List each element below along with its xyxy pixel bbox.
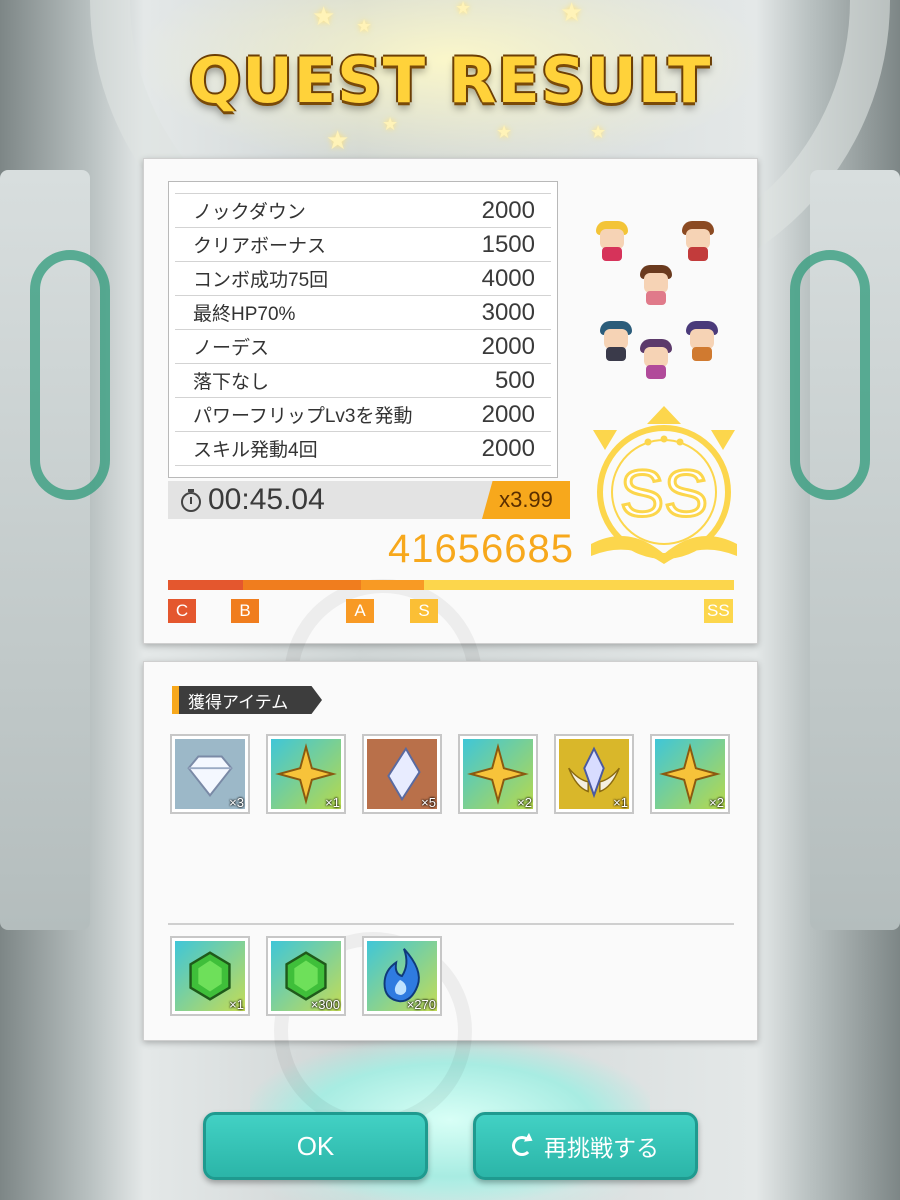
party-member-sprite <box>634 261 678 305</box>
score-row-points: 2000 <box>481 400 535 428</box>
reward-quantity: ×5 <box>421 795 436 810</box>
retry-button-label: 再挑戦する <box>544 1136 659 1162</box>
score-row-label: クリアボーナス <box>193 236 327 257</box>
score-row-points: 3000 <box>481 298 535 326</box>
bonus-quantity: ×1 <box>229 997 244 1012</box>
score-row: パワーフリップLv3を発動 2000 <box>175 398 551 432</box>
retry-button[interactable]: 再挑戦する <box>473 1112 698 1180</box>
sparkle-star-icon: ★ <box>382 114 399 135</box>
rank-marker-c: C <box>168 599 196 623</box>
bonus-item[interactable]: ×1 <box>170 936 250 1016</box>
reward-item[interactable]: ×1 <box>266 734 346 814</box>
score-row-points: 2000 <box>481 196 535 224</box>
ok-button-label: OK <box>296 1130 335 1161</box>
retry-icon <box>512 1132 536 1156</box>
score-row-label: ノーデス <box>193 338 270 359</box>
bonus-quantity: ×300 <box>310 997 340 1012</box>
score-row-points: 500 <box>494 366 535 394</box>
rank-marker-ss: SS <box>704 599 733 623</box>
reward-quantity: ×2 <box>517 795 532 810</box>
score-row: 最終HP70% 3000 <box>175 296 551 330</box>
party-member-sprite <box>590 217 634 261</box>
stopwatch-icon <box>180 489 202 512</box>
bonus-item[interactable]: ×300 <box>266 936 346 1016</box>
clear-time: 00:45.04 <box>208 483 325 516</box>
reward-quantity: ×2 <box>709 795 724 810</box>
bonus-item[interactable]: ×270 <box>362 936 442 1016</box>
score-row-label: パワーフリップLv3を発動 <box>193 406 413 427</box>
sparkle-star-icon: ★ <box>326 126 350 156</box>
score-row: ノックダウン 2000 <box>175 194 551 228</box>
reward-item[interactable]: ×2 <box>458 734 538 814</box>
score-row-points: 2000 <box>481 434 535 462</box>
reward-item[interactable]: ×2 <box>650 734 730 814</box>
score-row-label: 落下なし <box>193 372 270 393</box>
reward-quantity: ×1 <box>325 795 340 810</box>
rank-emblem-text: SS <box>620 456 708 530</box>
score-row-points: 4000 <box>481 264 535 292</box>
party-member-sprite <box>676 217 720 261</box>
score-breakdown-table[interactable]: ノックダウン 2000 クリアボーナス 1500 コンボ成功75回 4000 最… <box>168 181 558 478</box>
rank-gauge <box>168 580 734 590</box>
party-member-sprite <box>594 317 638 361</box>
score-row-label: スキル発動4回 <box>193 440 318 461</box>
reward-quantity: ×3 <box>229 795 244 810</box>
reward-item[interactable]: ×3 <box>170 734 250 814</box>
rank-marker-b: B <box>231 599 259 623</box>
rank-gauge-segment-c <box>168 580 243 590</box>
items-divider <box>168 923 734 925</box>
rank-marker-a: A <box>346 599 374 623</box>
background-ornament-right <box>790 250 870 500</box>
rank-emblem: SS <box>591 406 737 564</box>
rank-gauge-segment-a <box>361 580 424 590</box>
score-row: スキル発動4回 2000 <box>175 432 551 466</box>
score-row: 落下なし 500 <box>175 364 551 398</box>
rank-marker-s: S <box>410 599 438 623</box>
score-multiplier-badge: x3.99 <box>482 481 570 519</box>
reward-item[interactable]: ×1 <box>554 734 634 814</box>
sparkle-star-icon: ★ <box>455 0 472 19</box>
rank-gauge-segment-s <box>424 580 734 590</box>
total-score: 41656685 <box>388 527 574 571</box>
score-row: クリアボーナス 1500 <box>175 228 551 262</box>
sparkle-star-icon: ★ <box>496 122 513 143</box>
party-members <box>584 199 744 389</box>
score-row-label: コンボ成功75回 <box>193 270 329 291</box>
sparkle-star-icon: ★ <box>590 122 607 143</box>
party-member-sprite <box>680 317 724 361</box>
reward-item[interactable]: ×5 <box>362 734 442 814</box>
score-row-label: 最終HP70% <box>193 304 296 325</box>
page-title: QUEST RESULT <box>188 44 712 117</box>
ok-button[interactable]: OK <box>203 1112 428 1180</box>
sparkle-star-icon: ★ <box>312 2 336 32</box>
score-row-label: ノックダウン <box>193 202 306 223</box>
items-panel: 獲得アイテム ×3 ×1 ×5 ×2 ×1 ×2 ×1 ×300 ×270 <box>143 661 758 1130</box>
score-row-points: 2000 <box>481 332 535 360</box>
score-row-points: 1500 <box>481 230 535 258</box>
score-row: ノーデス 2000 <box>175 330 551 364</box>
score-row: コンボ成功75回 4000 <box>175 262 551 296</box>
reward-quantity: ×1 <box>613 795 628 810</box>
obtained-items-heading: 獲得アイテム <box>172 686 322 714</box>
score-row-clipped <box>175 182 551 194</box>
party-member-sprite <box>634 335 678 379</box>
bonus-quantity: ×270 <box>406 997 436 1012</box>
rank-gauge-segment-b <box>243 580 361 590</box>
sparkle-star-icon: ★ <box>560 0 584 28</box>
clear-time-bar: 00:45.04 x3.99 <box>168 481 570 519</box>
background-ornament-left <box>30 250 110 500</box>
score-panel: ノックダウン 2000 クリアボーナス 1500 コンボ成功75回 4000 最… <box>143 158 758 777</box>
sparkle-star-icon: ★ <box>356 16 373 37</box>
